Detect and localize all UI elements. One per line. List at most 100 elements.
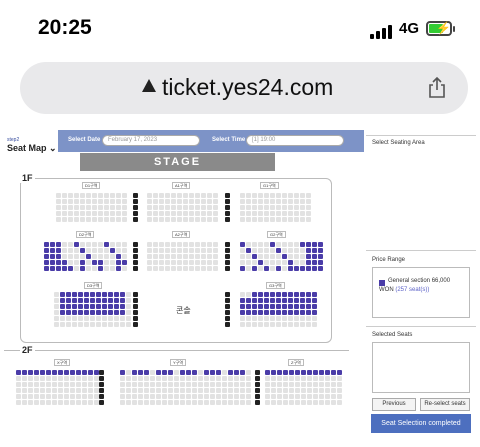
seat[interactable]: [122, 217, 127, 222]
seat[interactable]: [22, 400, 27, 405]
seat[interactable]: [210, 376, 215, 381]
seat[interactable]: [86, 193, 91, 198]
seat[interactable]: [16, 376, 21, 381]
seat[interactable]: [210, 370, 215, 375]
seat[interactable]: [228, 382, 233, 387]
seat[interactable]: [132, 394, 137, 399]
seat[interactable]: [132, 376, 137, 381]
seat[interactable]: [258, 304, 263, 309]
seat[interactable]: [240, 248, 245, 253]
seat[interactable]: [40, 394, 45, 399]
seat[interactable]: [288, 322, 293, 327]
seat[interactable]: [108, 292, 113, 297]
seat[interactable]: [288, 242, 293, 247]
seat[interactable]: [283, 394, 288, 399]
seat[interactable]: [300, 310, 305, 315]
seat[interactable]: [276, 322, 281, 327]
seat[interactable]: [104, 217, 109, 222]
seat[interactable]: [276, 310, 281, 315]
seat[interactable]: [144, 382, 149, 387]
seat[interactable]: [186, 394, 191, 399]
seat[interactable]: [246, 211, 251, 216]
seat[interactable]: [264, 298, 269, 303]
seat[interactable]: [177, 217, 182, 222]
seat[interactable]: [204, 376, 209, 381]
seat[interactable]: [312, 310, 317, 315]
seat[interactable]: [265, 376, 270, 381]
seat[interactable]: [126, 394, 131, 399]
seat[interactable]: [92, 211, 97, 216]
seat[interactable]: [22, 376, 27, 381]
seat[interactable]: [295, 382, 300, 387]
seat[interactable]: [110, 193, 115, 198]
seat[interactable]: [54, 304, 59, 309]
seat[interactable]: [331, 394, 336, 399]
seat[interactable]: [265, 388, 270, 393]
seat[interactable]: [66, 298, 71, 303]
seat[interactable]: [34, 388, 39, 393]
seat[interactable]: [276, 193, 281, 198]
seat[interactable]: [195, 205, 200, 210]
seat[interactable]: [201, 266, 206, 271]
seat[interactable]: [222, 400, 227, 405]
seat[interactable]: [246, 400, 251, 405]
seat[interactable]: [318, 248, 323, 253]
seat[interactable]: [110, 266, 115, 271]
seat[interactable]: [56, 242, 61, 247]
seat[interactable]: [144, 400, 149, 405]
seat[interactable]: [88, 394, 93, 399]
seat[interactable]: [80, 199, 85, 204]
seat[interactable]: [294, 205, 299, 210]
seat[interactable]: [122, 260, 127, 265]
seat[interactable]: [204, 388, 209, 393]
seat[interactable]: [294, 211, 299, 216]
seat[interactable]: [294, 322, 299, 327]
seat[interactable]: [252, 260, 257, 265]
seat[interactable]: [110, 248, 115, 253]
seat[interactable]: [177, 211, 182, 216]
seat[interactable]: [22, 370, 27, 375]
seat[interactable]: [258, 254, 263, 259]
seat[interactable]: [92, 260, 97, 265]
seat[interactable]: [318, 242, 323, 247]
seat[interactable]: [240, 298, 245, 303]
seat[interactable]: [276, 266, 281, 271]
seat[interactable]: [156, 376, 161, 381]
seat[interactable]: [252, 322, 257, 327]
seat[interactable]: [90, 322, 95, 327]
seat[interactable]: [110, 254, 115, 259]
seat[interactable]: [331, 388, 336, 393]
seat[interactable]: [295, 370, 300, 375]
seat[interactable]: [104, 199, 109, 204]
seat[interactable]: [192, 400, 197, 405]
seat[interactable]: [120, 298, 125, 303]
seat[interactable]: [78, 316, 83, 321]
seat[interactable]: [222, 370, 227, 375]
seat[interactable]: [110, 217, 115, 222]
seat[interactable]: [116, 217, 121, 222]
seat[interactable]: [294, 217, 299, 222]
seat[interactable]: [271, 388, 276, 393]
seat[interactable]: [92, 217, 97, 222]
seat[interactable]: [104, 205, 109, 210]
seat[interactable]: [90, 310, 95, 315]
seat[interactable]: [84, 316, 89, 321]
seat[interactable]: [195, 193, 200, 198]
seat[interactable]: [66, 316, 71, 321]
seat[interactable]: [294, 298, 299, 303]
seat[interactable]: [207, 254, 212, 259]
seat[interactable]: [62, 205, 67, 210]
seat[interactable]: [186, 370, 191, 375]
seat[interactable]: [307, 394, 312, 399]
seat[interactable]: [144, 370, 149, 375]
seat[interactable]: [88, 382, 93, 387]
seat[interactable]: [28, 376, 33, 381]
seat[interactable]: [58, 400, 63, 405]
seat[interactable]: [283, 376, 288, 381]
seat[interactable]: [301, 388, 306, 393]
seat[interactable]: [70, 370, 75, 375]
seat[interactable]: [58, 388, 63, 393]
seat[interactable]: [96, 316, 101, 321]
seat[interactable]: [88, 388, 93, 393]
seat[interactable]: [312, 316, 317, 321]
